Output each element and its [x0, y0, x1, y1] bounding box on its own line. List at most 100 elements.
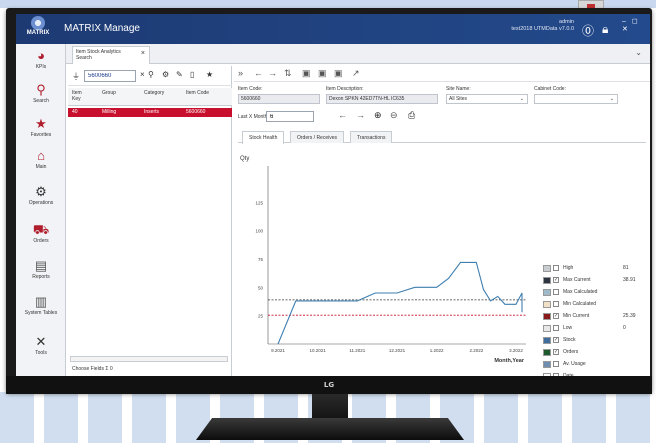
- legend-swatch: [543, 289, 551, 296]
- legend-item[interactable]: Max Calculated: [543, 288, 647, 297]
- doc-tab-item-stock-analytics[interactable]: Item Stock Analytics Search ×: [72, 46, 150, 64]
- delete-icon[interactable]: ▯: [190, 70, 194, 79]
- legend-item[interactable]: ✓ Max Current 38.91: [543, 276, 647, 285]
- legend-checkbox[interactable]: ✓: [553, 349, 559, 355]
- lock-icon[interactable]: 🔒︎: [602, 22, 608, 37]
- save-all-icon[interactable]: ▣: [318, 68, 327, 79]
- search-icon[interactable]: ⚲: [148, 70, 154, 79]
- nav-item-reports[interactable]: ▤ Reports: [16, 258, 66, 288]
- tab-transactions[interactable]: Transactions: [350, 131, 393, 143]
- app-logo: MATRIX: [18, 16, 58, 42]
- legend-label: Av. Usage: [563, 361, 586, 367]
- title-bar: MATRIX MATRIX Manage admin test2018 UTMD…: [16, 14, 650, 44]
- legend-swatch: [543, 265, 551, 272]
- x-tick-label: 2.2022: [469, 348, 483, 353]
- choose-fields[interactable]: Choose Fields Σ 0: [72, 366, 113, 372]
- kpi-icon: ◕: [37, 48, 45, 63]
- nav-item-tools[interactable]: ✕ Tools: [16, 334, 66, 364]
- x-tick-label: 11.2021: [349, 348, 365, 353]
- legend-item[interactable]: Date: [543, 372, 647, 376]
- star-icon: ★: [35, 116, 47, 131]
- nav-item-favorites[interactable]: ★ Favorites: [16, 116, 66, 146]
- cell-category: Inserts: [144, 109, 160, 115]
- filter-icon[interactable]: ⏚: [72, 71, 80, 82]
- back-arrow-icon[interactable]: ←: [338, 110, 347, 120]
- nav-item-system-tables[interactable]: ▥ System Tables: [16, 294, 66, 324]
- forward-arrow-icon[interactable]: →: [356, 110, 365, 120]
- favorite-icon[interactable]: ★: [206, 70, 213, 79]
- legend-item[interactable]: High 81: [543, 264, 647, 273]
- legend-checkbox[interactable]: [553, 301, 559, 307]
- stock-series-line: [277, 261, 523, 345]
- stock-health-chart: Qty 25 50 75 100 125 9.2021 10.2021 11.2021 12.20…: [238, 144, 647, 376]
- legend-checkbox[interactable]: [553, 325, 559, 331]
- column-group[interactable]: Group: [102, 90, 116, 96]
- monitor-base: [196, 418, 464, 440]
- refresh-icon[interactable]: ⇅: [284, 68, 292, 79]
- legend-checkbox[interactable]: ✓: [553, 313, 559, 319]
- legend-value: 0: [623, 325, 626, 331]
- settings-icon[interactable]: ⚙: [162, 70, 169, 79]
- legend-checkbox[interactable]: [553, 265, 559, 271]
- nav-item-kpis[interactable]: ◕ KPIs: [16, 48, 66, 78]
- zoom-out-icon[interactable]: ⊖: [390, 110, 398, 121]
- x-tick-label: 12.2021: [389, 348, 406, 353]
- expand-icon[interactable]: »: [238, 68, 243, 78]
- legend-item[interactable]: Min Calculated: [543, 300, 647, 309]
- window-controls[interactable]: – ◻ ✕: [622, 17, 650, 33]
- legend-checkbox[interactable]: [553, 361, 559, 367]
- site-name-select[interactable]: All Sites ⌄: [446, 94, 528, 104]
- item-description-label: Item Description:: [326, 86, 364, 92]
- legend-label: Min Calculated: [563, 301, 597, 307]
- chevron-down-icon[interactable]: ⌄: [635, 48, 642, 57]
- forward-icon[interactable]: →: [268, 68, 277, 78]
- y-tick-label: 100: [255, 229, 263, 234]
- nav-item-orders[interactable]: ⛟ Orders: [16, 222, 66, 252]
- open-external-icon[interactable]: ↗: [352, 68, 360, 79]
- horizontal-scrollbar[interactable]: [70, 356, 228, 362]
- item-code-label: Item Code:: [238, 86, 263, 92]
- tab-stock-health[interactable]: Stock Health: [242, 131, 285, 144]
- legend-checkbox[interactable]: ✓: [553, 277, 559, 283]
- close-tab-icon[interactable]: ×: [141, 50, 145, 57]
- clear-icon[interactable]: ×: [140, 70, 145, 79]
- legend-checkbox[interactable]: [553, 373, 559, 376]
- column-category[interactable]: Category: [144, 90, 164, 96]
- legend-item[interactable]: ✓ Orders: [543, 348, 647, 357]
- save-icon[interactable]: ▣: [302, 68, 311, 79]
- item-description-field: Dexon SPKN 42ED7TN-HL IC635: [326, 94, 438, 104]
- column-item-key[interactable]: Item Key: [72, 90, 90, 102]
- background-band: [0, 0, 656, 8]
- column-item-code[interactable]: Item Code: [186, 90, 209, 96]
- legend-checkbox[interactable]: ✓: [553, 337, 559, 343]
- x-axis-title: Month,Year: [494, 358, 525, 364]
- back-icon[interactable]: ←: [254, 68, 263, 78]
- tab-orders-receives[interactable]: Orders / Receives: [290, 131, 345, 143]
- legend-swatch: [543, 361, 551, 368]
- save-close-icon[interactable]: ▣: [334, 68, 343, 79]
- monitor-brand: LG: [6, 376, 652, 394]
- legend-item[interactable]: Low 0: [543, 324, 647, 333]
- report-icon: ▤: [34, 258, 48, 273]
- table-row[interactable]: 40 Milling Inserts 5600660: [68, 108, 232, 117]
- cabinet-code-select[interactable]: ⌄: [534, 94, 618, 104]
- legend-checkbox[interactable]: [553, 289, 559, 295]
- edit-icon[interactable]: ✎: [176, 70, 183, 79]
- legend-item[interactable]: ✓ Min Current 25.39: [543, 312, 647, 321]
- search-input[interactable]: [84, 70, 136, 82]
- site-name-value: All Sites: [449, 96, 468, 102]
- legend-item[interactable]: ✓ Stock: [543, 336, 647, 345]
- nav-item-search[interactable]: ⚲ Search: [16, 82, 66, 112]
- detail-toolbar: » ← → ⇅ ▣ ▣ ▣ ↗: [234, 66, 650, 82]
- legend-item[interactable]: Av. Usage: [543, 360, 647, 369]
- x-tick-label: 10.2021: [310, 348, 327, 353]
- site-name-label: Site Name:: [446, 86, 471, 92]
- help-icon[interactable]: ⓪: [582, 22, 594, 39]
- legend-label: High: [563, 265, 574, 271]
- app-title: MATRIX Manage: [64, 23, 140, 34]
- zoom-in-icon[interactable]: ⊕: [374, 110, 382, 121]
- last-x-months-input[interactable]: [266, 111, 314, 122]
- nav-item-main[interactable]: ⌂ Main: [16, 148, 66, 178]
- nav-item-operations[interactable]: ⚙ Operations: [16, 184, 66, 214]
- print-icon[interactable]: ⎙: [408, 110, 415, 121]
